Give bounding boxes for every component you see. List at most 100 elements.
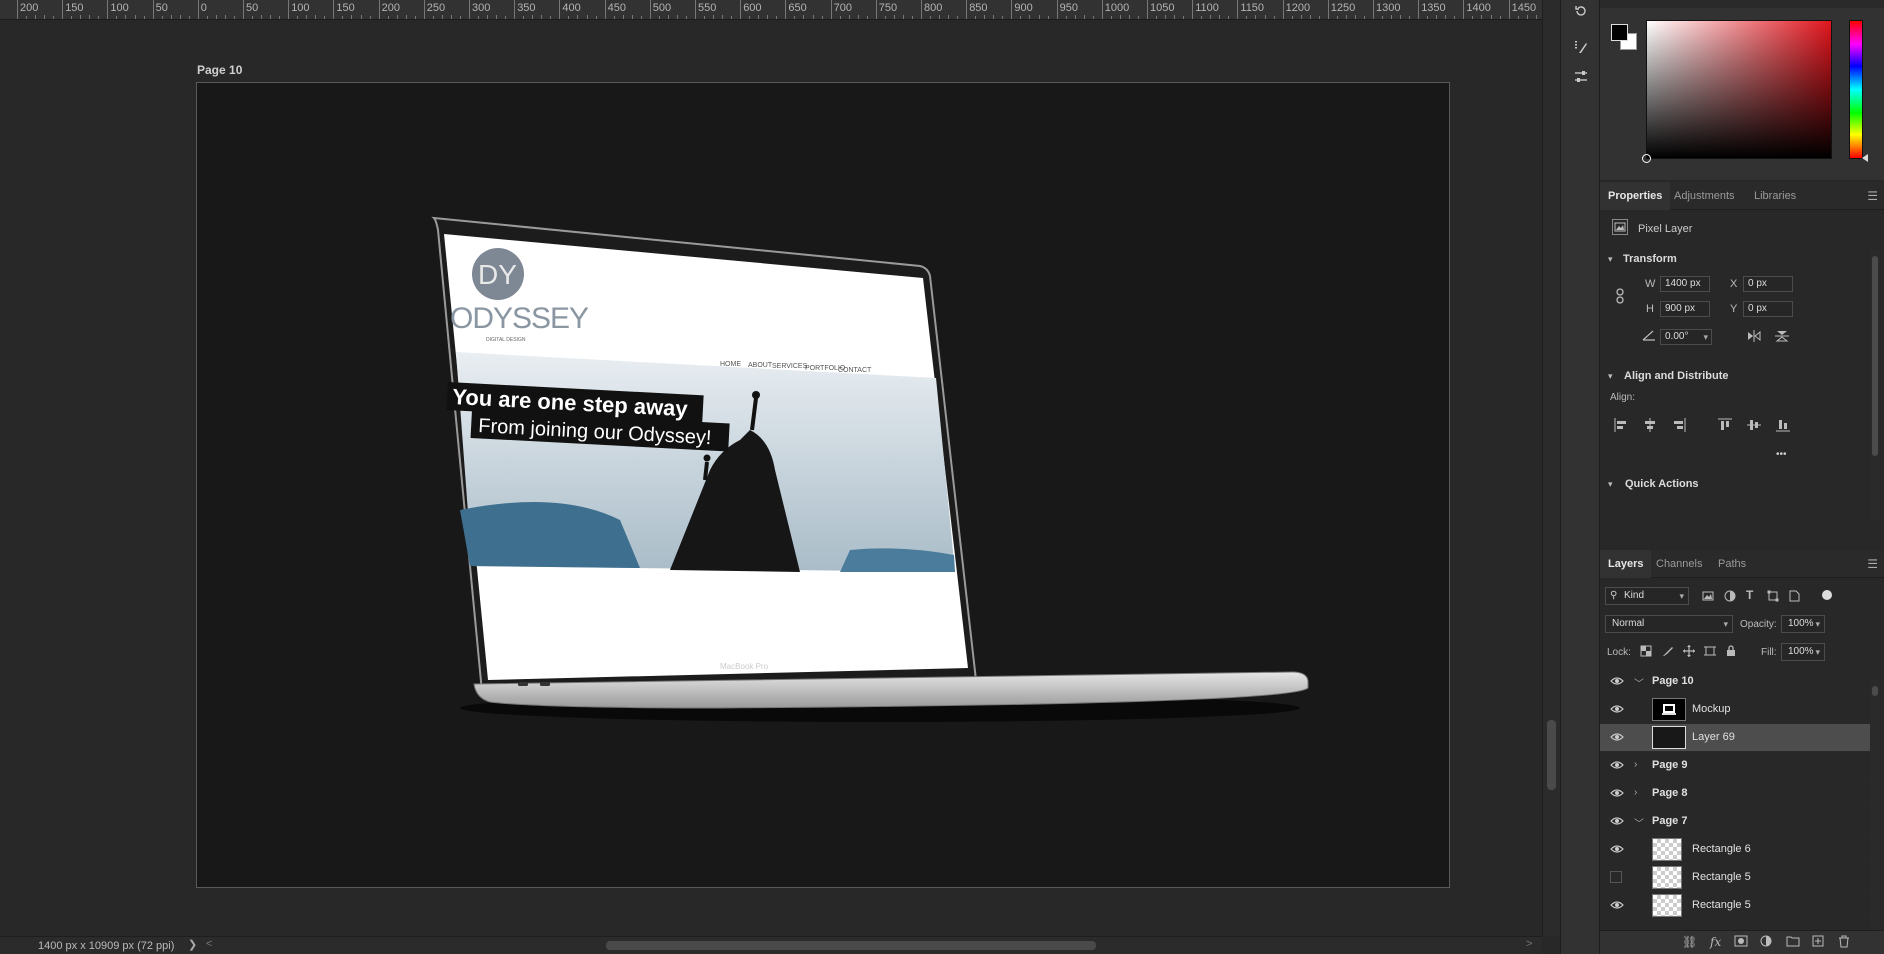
tab-layers[interactable]: Layers bbox=[1600, 550, 1652, 578]
layer-name[interactable]: Page 7 bbox=[1652, 815, 1687, 827]
more-options-button[interactable]: ••• bbox=[1776, 449, 1787, 460]
foreground-color-swatch[interactable] bbox=[1611, 24, 1628, 41]
group-expand-chevron-icon[interactable]: ﹀ bbox=[1634, 675, 1644, 690]
link-layers-icon[interactable]: ⛓ bbox=[1682, 935, 1697, 949]
canvas-vertical-scroll-thumb[interactable] bbox=[1547, 720, 1556, 790]
visibility-eye-icon[interactable] bbox=[1610, 844, 1624, 854]
tab-channels[interactable]: Channels bbox=[1648, 550, 1710, 578]
visibility-eye-icon[interactable] bbox=[1610, 760, 1624, 770]
visibility-hidden-box[interactable] bbox=[1610, 871, 1622, 883]
width-field[interactable]: 1400 px bbox=[1660, 276, 1710, 292]
y-field[interactable]: 0 px bbox=[1743, 301, 1793, 317]
canvas-vertical-scrollbar[interactable] bbox=[1542, 0, 1560, 936]
properties-panel-menu-icon[interactable]: ☰ bbox=[1867, 189, 1878, 203]
properties-scroll-thumb[interactable] bbox=[1872, 256, 1878, 456]
tab-adjustments[interactable]: Adjustments bbox=[1666, 182, 1743, 210]
lock-artboard-icon[interactable] bbox=[1704, 645, 1716, 660]
visibility-eye-icon[interactable] bbox=[1610, 732, 1624, 742]
layer-row[interactable]: ﹀ Page 7 bbox=[1600, 808, 1870, 836]
layer-row[interactable]: › Page 9 bbox=[1600, 752, 1870, 780]
horizontal-ruler[interactable]: 200 150 100 50 0 50 100 150 200 250 300 350 400 450 50… bbox=[0, 0, 1542, 20]
layer-name[interactable]: Page 9 bbox=[1652, 759, 1687, 771]
visibility-eye-icon[interactable] bbox=[1610, 900, 1624, 910]
layer-row[interactable]: Mockup bbox=[1600, 696, 1870, 724]
transform-chevron-icon[interactable]: ▾ bbox=[1608, 254, 1613, 265]
lock-transparent-pixels-icon[interactable] bbox=[1640, 645, 1652, 660]
delete-layer-trash-icon[interactable] bbox=[1838, 935, 1850, 951]
layer-row[interactable]: ﹀ Page 10 bbox=[1600, 668, 1870, 696]
align-section-title[interactable]: Align and Distribute bbox=[1624, 370, 1729, 382]
layer-row[interactable]: Rectangle 6 bbox=[1600, 836, 1870, 864]
align-horizontal-centers-icon[interactable] bbox=[1643, 418, 1657, 435]
align-right-edges-icon[interactable] bbox=[1672, 418, 1686, 435]
layer-name[interactable]: Mockup bbox=[1692, 703, 1731, 715]
layer-row[interactable]: Rectangle 5 bbox=[1600, 892, 1870, 920]
tab-properties[interactable]: Properties bbox=[1600, 182, 1671, 210]
link-dimensions-icon[interactable] bbox=[1614, 288, 1626, 307]
lock-image-pixels-icon[interactable] bbox=[1662, 645, 1674, 660]
lock-position-icon[interactable] bbox=[1683, 645, 1695, 660]
filter-type-icon[interactable]: T bbox=[1746, 588, 1753, 602]
new-group-folder-icon[interactable] bbox=[1786, 935, 1800, 950]
filter-shape-icon[interactable] bbox=[1767, 590, 1779, 605]
status-menu-arrow[interactable]: ❯ bbox=[188, 938, 197, 951]
align-left-edges-icon[interactable] bbox=[1614, 418, 1628, 435]
color-picker-cursor[interactable] bbox=[1642, 154, 1651, 163]
hue-slider[interactable] bbox=[1849, 20, 1868, 162]
lock-all-icon[interactable] bbox=[1725, 644, 1737, 660]
new-layer-icon[interactable] bbox=[1812, 935, 1824, 950]
hue-slider-handle[interactable] bbox=[1862, 154, 1868, 162]
layer-name[interactable]: Page 8 bbox=[1652, 787, 1687, 799]
properties-scrollbar[interactable] bbox=[1870, 250, 1880, 520]
group-collapse-chevron-icon[interactable]: › bbox=[1634, 787, 1637, 798]
angle-field[interactable]: 0.00° ▾ bbox=[1660, 329, 1712, 345]
history-icon[interactable] bbox=[1569, 0, 1593, 22]
canvas-horizontal-scroll-thumb[interactable] bbox=[606, 941, 1096, 950]
x-field[interactable]: 0 px bbox=[1743, 276, 1793, 292]
layer-name[interactable]: Rectangle 6 bbox=[1692, 843, 1751, 855]
quick-actions-chevron-icon[interactable]: ▾ bbox=[1608, 479, 1613, 490]
saturation-brightness-field[interactable] bbox=[1642, 20, 1832, 163]
new-adjustment-layer-icon[interactable] bbox=[1760, 935, 1772, 950]
layer-name[interactable]: Page 10 bbox=[1652, 675, 1694, 687]
flip-vertical-icon[interactable] bbox=[1775, 329, 1789, 346]
artboard-label[interactable]: Page 10 bbox=[197, 63, 242, 77]
height-field[interactable]: 900 px bbox=[1660, 301, 1710, 317]
brush-settings-icon[interactable] bbox=[1569, 36, 1593, 58]
layer-name[interactable]: Rectangle 5 bbox=[1692, 871, 1751, 883]
add-mask-icon[interactable] bbox=[1734, 935, 1748, 950]
group-expand-chevron-icon[interactable]: ﹀ bbox=[1634, 815, 1644, 830]
quick-actions-title[interactable]: Quick Actions bbox=[1625, 478, 1699, 490]
adjustment-sliders-icon[interactable] bbox=[1569, 66, 1593, 88]
layers-scrollbar[interactable] bbox=[1870, 680, 1880, 930]
visibility-eye-icon[interactable] bbox=[1610, 788, 1624, 798]
align-chevron-icon[interactable]: ▾ bbox=[1608, 371, 1613, 382]
layer-row[interactable]: › Page 8 bbox=[1600, 780, 1870, 808]
layer-row[interactable]: Layer 69 bbox=[1600, 724, 1870, 752]
layer-row[interactable]: Rectangle 5 bbox=[1600, 864, 1870, 892]
flip-horizontal-icon[interactable] bbox=[1746, 330, 1762, 345]
opacity-field[interactable]: 100% ▾ bbox=[1781, 615, 1825, 633]
tab-paths[interactable]: Paths bbox=[1710, 550, 1754, 578]
transform-section-title[interactable]: Transform bbox=[1623, 253, 1677, 265]
layer-effects-icon[interactable]: fx bbox=[1710, 935, 1721, 949]
filter-smart-object-icon[interactable] bbox=[1788, 590, 1800, 605]
blend-mode-dropdown[interactable]: Normal ▾ bbox=[1605, 615, 1733, 633]
fill-field[interactable]: 100% ▾ bbox=[1781, 643, 1825, 661]
layer-name[interactable]: Rectangle 5 bbox=[1692, 899, 1751, 911]
scroll-left-arrow[interactable]: < bbox=[206, 938, 212, 950]
filter-toggle-switch[interactable] bbox=[1822, 590, 1832, 600]
align-top-edges-icon[interactable] bbox=[1718, 418, 1732, 435]
visibility-eye-icon[interactable] bbox=[1610, 816, 1624, 826]
visibility-eye-icon[interactable] bbox=[1610, 704, 1624, 714]
document-size-info[interactable]: 1400 px x 10909 px (72 ppi) bbox=[38, 940, 174, 952]
align-vertical-centers-icon[interactable] bbox=[1747, 418, 1761, 435]
layers-scroll-thumb[interactable] bbox=[1872, 686, 1878, 696]
filter-pixel-icon[interactable] bbox=[1702, 590, 1714, 605]
filter-adjustment-icon[interactable] bbox=[1724, 590, 1736, 605]
layer-name[interactable]: Layer 69 bbox=[1692, 731, 1735, 743]
tab-libraries[interactable]: Libraries bbox=[1746, 182, 1804, 210]
layer-filter-kind-dropdown[interactable]: ⚲ Kind ▾ bbox=[1605, 587, 1689, 605]
group-collapse-chevron-icon[interactable]: › bbox=[1634, 759, 1637, 770]
scroll-right-arrow[interactable]: > bbox=[1526, 938, 1532, 950]
